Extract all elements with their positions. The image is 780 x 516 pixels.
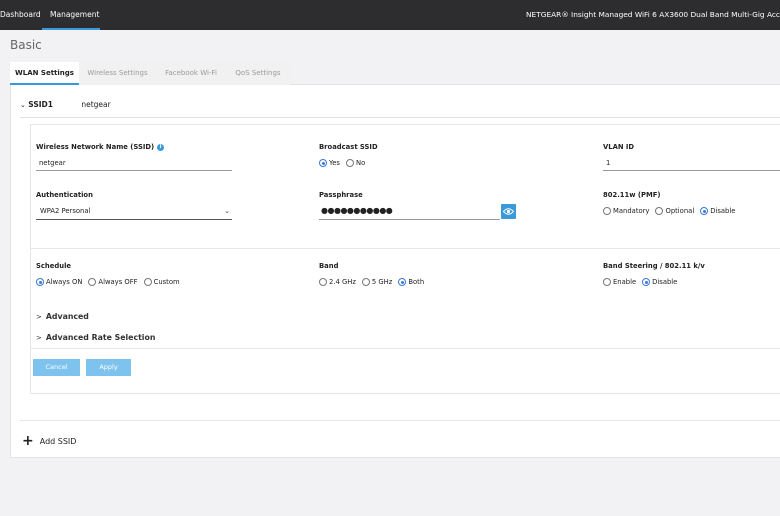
schedule-custom-radio[interactable]: Custom: [143, 278, 180, 286]
advanced-rate-section-toggle[interactable]: > Advanced Rate Selection: [36, 333, 155, 342]
add-ssid-button[interactable]: + Add SSID: [22, 434, 76, 448]
vlan-id-label: VLAN ID: [603, 143, 635, 151]
advanced-label: Advanced: [45, 312, 89, 321]
radio-label: Custom: [153, 278, 180, 286]
radio-unchecked-icon: [603, 207, 611, 215]
broadcast-ssid-label: Broadcast SSID: [319, 143, 378, 151]
advanced-rate-label: Advanced Rate Selection: [45, 333, 156, 342]
ssid-header[interactable]: ⌄ SSID1 netgear: [20, 100, 111, 109]
show-password-button[interactable]: [501, 204, 516, 219]
authentication-select[interactable]: WPA2 Personal ⌄: [36, 205, 232, 220]
broadcast-yes-radio[interactable]: Yes: [319, 159, 340, 167]
schedule-radio-group: Always ON Always OFF Custom: [36, 278, 186, 286]
product-title: NETGEAR® Insight Managed WiFi 6 AX3600 D…: [526, 10, 780, 19]
authentication-value: WPA2 Personal: [40, 207, 91, 215]
radio-label: Both: [408, 278, 425, 286]
passphrase-underline: [319, 219, 500, 220]
page-title: Basic: [10, 38, 42, 52]
tab-wireless-settings[interactable]: Wireless Settings: [79, 62, 156, 85]
tab-wlan-settings[interactable]: WLAN Settings: [10, 62, 79, 85]
nav-dashboard[interactable]: Dashboard: [0, 0, 41, 30]
steering-disable-radio[interactable]: Disable: [642, 278, 677, 286]
radio-checked-icon: [642, 278, 651, 286]
eye-icon: [503, 208, 514, 215]
radio-label: 2.4 GHz: [329, 278, 356, 286]
chevron-down-icon: ⌄: [224, 207, 230, 215]
nav-management[interactable]: Management: [42, 0, 100, 30]
schedule-label: Schedule: [36, 262, 72, 270]
radio-label: 5 GHz: [371, 278, 393, 286]
ssid-name-label-text: Wireless Network Name (SSID): [36, 143, 155, 151]
radio-unchecked-icon: [361, 278, 370, 286]
radio-checked-icon: [319, 159, 327, 167]
steering-enable-radio[interactable]: Enable: [603, 278, 636, 286]
radio-label: Disable: [710, 207, 736, 215]
add-ssid-label: Add SSID: [39, 436, 77, 446]
band-radio-group: 2.4 GHz 5 GHz Both: [319, 278, 430, 286]
chevron-down-icon: ⌄: [20, 101, 26, 109]
radio-unchecked-icon: [143, 278, 152, 286]
ssid-name-input[interactable]: [36, 156, 232, 171]
ssid-name-field-label: Wireless Network Name (SSID) i: [36, 143, 165, 151]
radio-unchecked-icon: [345, 159, 354, 167]
radio-label: Always OFF: [98, 278, 138, 286]
tab-qos-settings[interactable]: QoS Settings: [226, 62, 290, 85]
radio-unchecked-icon: [88, 278, 97, 286]
schedule-always-off-radio[interactable]: Always OFF: [88, 278, 138, 286]
pmf-mandatory-radio[interactable]: Mandatory: [603, 207, 649, 215]
radio-label: No: [355, 159, 366, 167]
band-steering-radio-group: Enable Disable: [603, 278, 683, 286]
radio-label: Optional: [665, 207, 695, 215]
vlan-id-input[interactable]: [603, 156, 780, 171]
broadcast-no-radio[interactable]: No: [345, 159, 366, 167]
ssid-id-label: SSID1: [28, 100, 53, 109]
pmf-optional-radio[interactable]: Optional: [655, 207, 694, 215]
radio-unchecked-icon: [655, 207, 664, 215]
broadcast-ssid-radio-group: Yes No: [319, 159, 371, 167]
band-2-4ghz-radio[interactable]: 2.4 GHz: [319, 278, 356, 286]
pmf-disable-radio[interactable]: Disable: [700, 207, 735, 215]
top-navigation-bar: Dashboard Management NETGEAR® Insight Ma…: [0, 0, 780, 30]
radio-label: Mandatory: [613, 207, 650, 215]
radio-checked-icon: [700, 207, 709, 215]
authentication-label: Authentication: [36, 191, 93, 199]
apply-button[interactable]: Apply: [86, 359, 131, 376]
schedule-always-on-radio[interactable]: Always ON: [36, 278, 82, 286]
ssid-name-label: netgear: [81, 100, 111, 109]
info-icon[interactable]: i: [157, 143, 165, 151]
radio-label: Enable: [613, 278, 637, 286]
chevron-right-icon: >: [36, 313, 42, 321]
radio-label: Always ON: [46, 278, 83, 286]
passphrase-label: Passphrase: [319, 191, 363, 199]
divider: [30, 348, 780, 349]
radio-unchecked-icon: [319, 278, 327, 286]
band-steering-label: Band Steering / 802.11 k/v: [603, 262, 705, 270]
radio-unchecked-icon: [603, 278, 611, 286]
divider: [20, 117, 780, 118]
band-both-radio[interactable]: Both: [398, 278, 424, 286]
radio-label: Disable: [652, 278, 678, 286]
cancel-button[interactable]: Cancel: [33, 359, 80, 376]
divider: [20, 420, 780, 421]
pmf-label: 802.11w (PMF): [603, 191, 661, 199]
radio-label: Yes: [329, 159, 340, 167]
divider: [30, 248, 780, 249]
tab-facebook-wifi[interactable]: Facebook Wi-Fi: [156, 62, 226, 85]
plus-icon: +: [22, 433, 34, 449]
passphrase-input[interactable]: ●●●●●●●●●●●: [321, 206, 393, 215]
pmf-radio-group: Mandatory Optional Disable: [603, 207, 741, 215]
band-5ghz-radio[interactable]: 5 GHz: [361, 278, 393, 286]
radio-checked-icon: [36, 278, 44, 286]
radio-checked-icon: [398, 278, 407, 286]
band-label: Band: [319, 262, 339, 270]
advanced-section-toggle[interactable]: > Advanced: [36, 312, 89, 321]
chevron-right-icon: >: [36, 334, 42, 342]
